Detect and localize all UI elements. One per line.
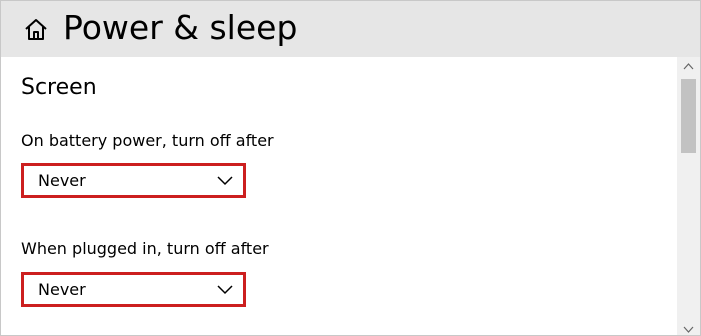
page-title: Power & sleep [63,8,298,47]
vertical-scrollbar[interactable] [677,57,700,335]
chevron-down-icon [217,285,233,295]
home-icon[interactable] [23,17,49,41]
settings-window: Power & sleep Screen On battery power, t… [0,0,701,336]
scroll-down-arrow-icon[interactable] [683,326,694,333]
section-title-screen: Screen [21,75,97,100]
battery-turn-off-label: On battery power, turn off after [21,131,274,150]
scrollbar-thumb[interactable] [681,79,696,153]
battery-turn-off-dropdown[interactable]: Never [21,163,246,198]
settings-content: Screen On battery power, turn off after … [1,57,679,335]
plugged-in-turn-off-value: Never [38,280,86,299]
plugged-in-turn-off-dropdown[interactable]: Never [21,272,246,307]
chevron-down-icon [217,176,233,186]
scroll-up-arrow-icon[interactable] [683,63,694,70]
plugged-in-turn-off-label: When plugged in, turn off after [21,239,269,258]
battery-turn-off-value: Never [38,171,86,190]
page-header: Power & sleep [1,1,700,57]
